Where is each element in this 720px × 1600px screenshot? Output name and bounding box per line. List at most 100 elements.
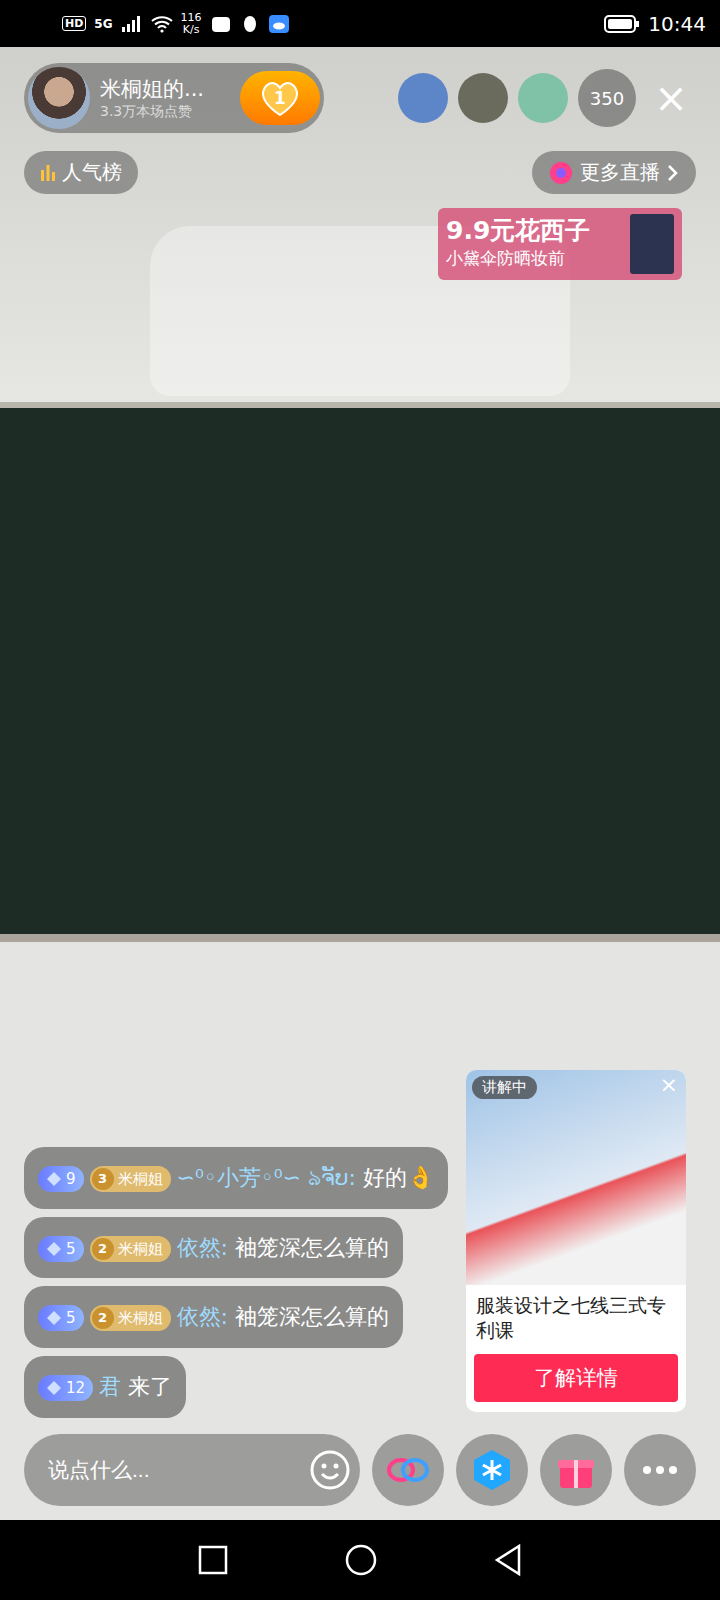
comment-text: 来了 [128, 1374, 172, 1399]
overlay: 米桐姐的...3.3万本场点赞1350×人气榜更多直播9.9元花西子小黛伞防晒妆… [0, 47, 720, 1520]
blackboard [0, 402, 720, 942]
fan-badge: 2米桐姐 [90, 1305, 171, 1331]
fan-name: 米桐姐 [118, 1166, 163, 1192]
product-title[interactable]: 服装设计之七线三式专利课 [466, 1285, 686, 1350]
host-card[interactable]: 米桐姐的...3.3万本场点赞 1 [24, 63, 324, 133]
comment: 52米桐姐依然: 袖笼深怎么算的 [24, 1286, 403, 1348]
input-row [24, 1434, 696, 1506]
fan-level: 3 [92, 1168, 114, 1190]
level-badge: 12 [38, 1375, 93, 1401]
rank-button[interactable]: 人气榜 [24, 151, 138, 194]
spacer [24, 280, 696, 1070]
hd-badge: HD [62, 16, 86, 31]
comment-user[interactable]: 依然: [177, 1304, 228, 1329]
comment-user[interactable]: 依然: [177, 1235, 228, 1260]
comment-text: 袖笼深怎么算的 [235, 1304, 389, 1329]
ad-title[interactable]: 9.9元花西子 [446, 214, 622, 247]
fan-name: 米桐姐 [118, 1305, 163, 1331]
level-badge: 9 [38, 1166, 84, 1192]
app-icon [210, 14, 232, 34]
bars-icon [40, 164, 56, 182]
qq-icon [240, 14, 260, 34]
fan-level: 2 [92, 1238, 114, 1260]
fan-badge: 3米桐姐 [90, 1166, 171, 1192]
ad-image[interactable] [630, 214, 674, 274]
level-number: 5 [66, 1305, 76, 1331]
live-badge: 讲解中 [472, 1076, 537, 1099]
hexagon-icon [470, 1448, 514, 1492]
signal-icon [121, 15, 143, 33]
comment-text: 好的👌 [363, 1165, 434, 1190]
level-number: 12 [66, 1375, 85, 1401]
viewer-avatar[interactable] [398, 73, 448, 123]
diamond-icon [46, 1241, 62, 1257]
more-live-label[interactable]: 更多直播 [580, 159, 660, 186]
host-name[interactable]: 米桐姐的... [100, 75, 230, 103]
ad-subtitle[interactable]: 小黛伞防晒妆前 [446, 247, 622, 270]
ad-text: 9.9元花西子小黛伞防晒妆前 [446, 214, 622, 274]
net-speed: 116K/s [181, 12, 202, 35]
square-icon[interactable] [197, 1544, 229, 1576]
speed-unit: K/s [183, 24, 200, 36]
bottom-area: 93米桐姐∽⁰◦小芳◦⁰∽ ঌຈັບ: 好的👌52米桐姐依然: 袖笼深怎么算的5… [24, 1070, 696, 1418]
comment-input[interactable] [48, 1458, 308, 1482]
comment-text: 袖笼深怎么算的 [235, 1235, 389, 1260]
gift-icon [556, 1450, 596, 1490]
level-number: 5 [66, 1236, 76, 1262]
status-bar: HD 5G 116K/s 10:44 [0, 0, 720, 47]
fan-badge: 2米桐姐 [90, 1236, 171, 1262]
second-row: 人气榜 更多直播 [24, 151, 696, 194]
speed-value: 116 [181, 12, 202, 24]
gift-button[interactable] [540, 1434, 612, 1506]
details-button[interactable]: 了解详情 [474, 1354, 678, 1402]
navigation-bar [0, 1520, 720, 1600]
clock: 10:44 [648, 12, 706, 36]
fan-name: 米桐姐 [118, 1236, 163, 1262]
link-icon [386, 1455, 430, 1485]
more-icon [642, 1465, 678, 1475]
live-icon [548, 160, 574, 186]
top-row: 米桐姐的...3.3万本场点赞 1 350× [24, 63, 696, 133]
more-button[interactable] [624, 1434, 696, 1506]
comment: 12 君 来了 [24, 1356, 186, 1418]
live-stage: 米桐姐的...3.3万本场点赞1350×人气榜更多直播9.9元花西子小黛伞防晒妆… [0, 47, 720, 1520]
diamond-icon [46, 1310, 62, 1326]
share-button[interactable] [456, 1434, 528, 1506]
viewer-avatar[interactable] [458, 73, 508, 123]
diamond-icon [46, 1171, 62, 1187]
circle-icon[interactable] [344, 1543, 378, 1577]
product-image[interactable] [466, 1070, 686, 1285]
wifi-icon [151, 15, 173, 33]
follow-button[interactable]: 1 [240, 71, 320, 125]
product-card[interactable]: 讲解中 × 服装设计之七线三式专利课了解详情 [466, 1070, 686, 1412]
chevron-icon [666, 163, 680, 183]
host-likes: 3.3万本场点赞 [100, 103, 230, 121]
ad-banner[interactable]: 9.9元花西子小黛伞防晒妆前 [438, 208, 682, 280]
viewer-count[interactable]: 350 [578, 69, 636, 127]
emoji-icon[interactable] [308, 1448, 352, 1492]
comment: 93米桐姐∽⁰◦小芳◦⁰∽ ঌຈັບ: 好的👌 [24, 1147, 448, 1209]
fan-level: 2 [92, 1307, 114, 1329]
comment-user[interactable]: 君 [99, 1374, 121, 1399]
link-button[interactable] [372, 1434, 444, 1506]
network-badge: 5G [94, 17, 112, 31]
follow-count: 1 [274, 88, 286, 108]
more-live-button[interactable]: 更多直播 [532, 151, 696, 194]
rank-label[interactable]: 人气榜 [62, 159, 122, 186]
level-badge: 5 [38, 1305, 84, 1331]
viewer-avatar[interactable] [518, 73, 568, 123]
host-avatar[interactable] [28, 67, 90, 129]
back-icon[interactable] [493, 1543, 523, 1577]
host-info: 米桐姐的...3.3万本场点赞 [100, 75, 230, 121]
cloud-icon [268, 14, 290, 34]
diamond-icon [46, 1380, 62, 1396]
comment-field[interactable] [24, 1434, 360, 1506]
card-close[interactable]: × [660, 1072, 678, 1097]
comment-user[interactable]: ∽⁰◦小芳◦⁰∽ ঌຈັບ: [177, 1165, 356, 1190]
close-button[interactable]: × [646, 78, 696, 118]
comment-list: 93米桐姐∽⁰◦小芳◦⁰∽ ঌຈັບ: 好的👌52米桐姐依然: 袖笼深怎么算的5… [24, 1147, 448, 1418]
comment: 52米桐姐依然: 袖笼深怎么算的 [24, 1217, 403, 1279]
level-number: 9 [66, 1166, 76, 1192]
level-badge: 5 [38, 1236, 84, 1262]
battery-icon [604, 14, 640, 34]
